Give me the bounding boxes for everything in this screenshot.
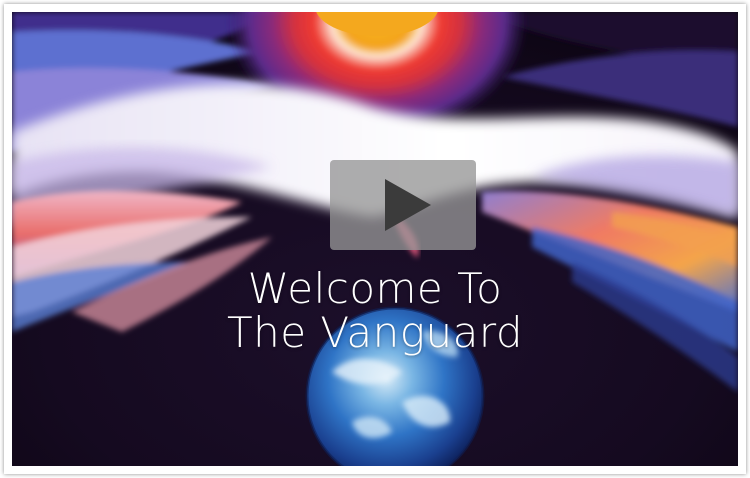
play-button[interactable] [330,160,476,250]
video-player[interactable]: Welcome To The Vanguard [12,12,738,466]
video-title-line1: Welcome To [247,264,503,313]
video-title: Welcome To The Vanguard [12,267,738,355]
video-frame: Welcome To The Vanguard [4,4,746,474]
play-icon [385,179,431,231]
video-title-line2: The Vanguard [226,308,524,357]
